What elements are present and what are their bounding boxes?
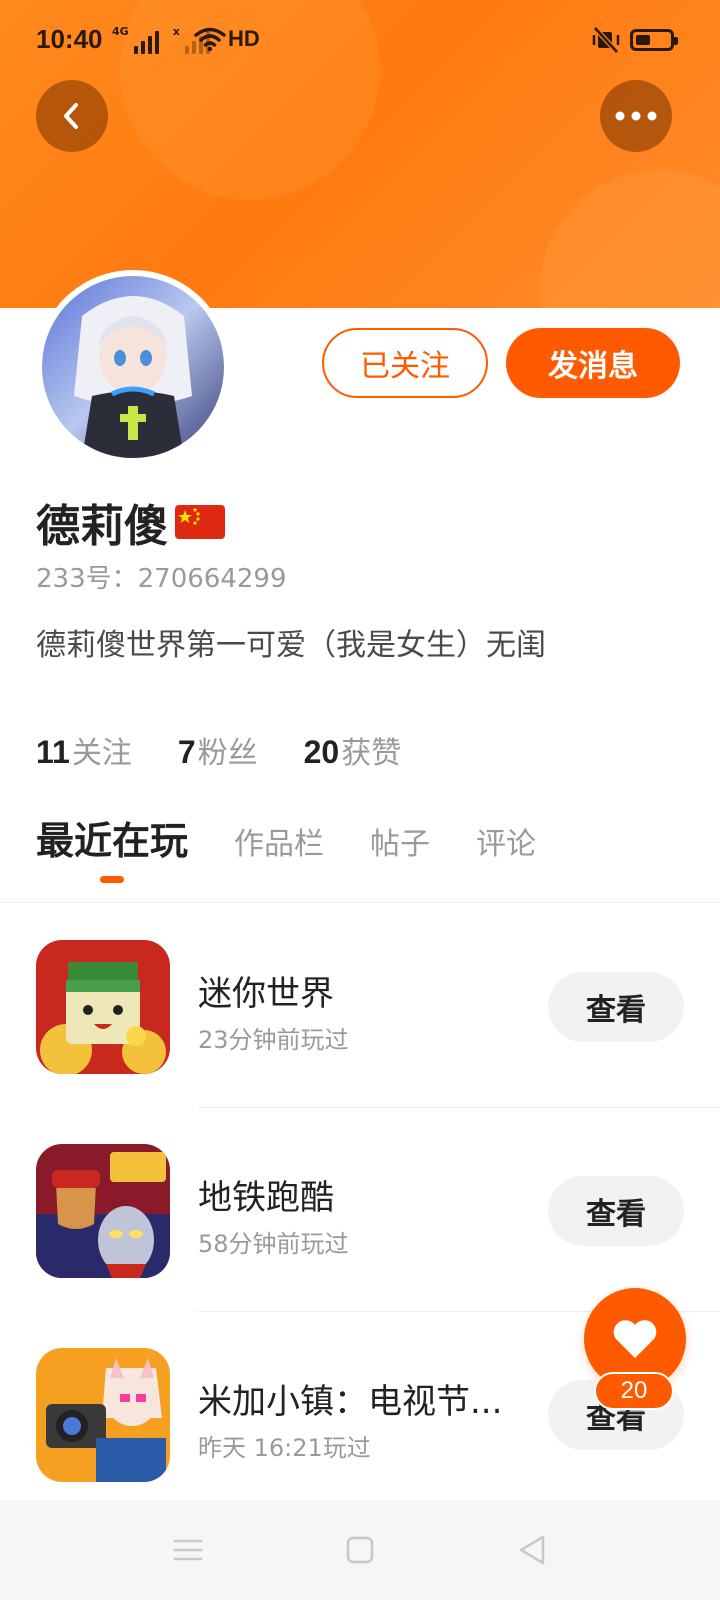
game-title: 地铁跑酷 — [198, 1178, 334, 1218]
profile-stats: 11 关注 7 粉丝 20 获赞 — [36, 728, 401, 772]
battery-tip — [674, 37, 678, 45]
more-options-button[interactable] — [600, 80, 672, 152]
stat-following[interactable]: 11 关注 — [36, 728, 132, 772]
system-navigation-bar — [0, 1500, 720, 1600]
hd-label: HD — [228, 26, 260, 51]
stat-label: 粉丝 — [197, 736, 258, 771]
username-text: 德莉傻 — [36, 501, 168, 552]
battery-icon — [630, 29, 678, 51]
stat-value: 11 — [36, 734, 70, 770]
tab-works[interactable]: 作品栏 — [234, 819, 324, 863]
wifi-icon — [194, 27, 226, 52]
game-title: 迷你世界 — [198, 974, 334, 1014]
chevron-left-icon — [64, 103, 78, 129]
home-square-icon — [346, 1536, 374, 1564]
send-message-button[interactable]: 发消息 — [506, 328, 680, 398]
username: 德莉傻 — [36, 490, 226, 554]
heart-icon — [613, 1320, 657, 1358]
more-dots-icon — [615, 111, 657, 121]
miga-town-game-icon — [36, 1348, 170, 1482]
user-avatar[interactable] — [36, 270, 230, 464]
like-count-badge: 20 — [594, 1372, 674, 1410]
header-decoration — [540, 170, 720, 308]
view-game-button[interactable]: 查看 — [548, 1176, 684, 1246]
tab-posts[interactable]: 帖子 — [370, 819, 430, 863]
game-last-played: 23分钟前玩过 — [198, 1026, 349, 1054]
stat-label: 获赞 — [341, 736, 402, 771]
nav-back-button[interactable] — [512, 1530, 552, 1570]
network2-label: x — [172, 25, 180, 38]
user-bio: 德莉傻世界第一可爱（我是女生）无闺 — [36, 628, 546, 663]
china-flag-icon — [175, 505, 225, 539]
game-list-item[interactable]: 迷你世界 23分钟前玩过 查看 — [0, 904, 720, 1108]
followed-button[interactable]: 已关注 — [322, 328, 488, 398]
game-title: 米加小镇：电视节... — [198, 1382, 503, 1422]
status-bar: 10:40 4G x HD — [0, 0, 720, 80]
battery-fill — [636, 35, 650, 45]
signal-bars-icon — [133, 30, 159, 54]
tab-comments[interactable]: 评论 — [476, 819, 536, 863]
stat-value: 7 — [177, 734, 196, 770]
tabs-divider — [0, 902, 720, 903]
mini-world-game-icon — [36, 940, 170, 1074]
stat-value: 20 — [303, 734, 340, 770]
back-button[interactable] — [36, 80, 108, 152]
view-game-button[interactable]: 查看 — [548, 972, 684, 1042]
profile-tabs: 最近在玩 作品栏 帖子 评论 — [36, 810, 582, 865]
active-tab-indicator — [100, 876, 124, 883]
game-last-played: 昨天 16:21玩过 — [198, 1434, 371, 1462]
game-list-item[interactable]: 地铁跑酷 58分钟前玩过 查看 — [0, 1108, 720, 1312]
nav-menu-button[interactable] — [168, 1530, 208, 1570]
stat-label: 关注 — [71, 736, 132, 771]
stat-fans[interactable]: 7 粉丝 — [178, 728, 258, 772]
stat-likes[interactable]: 20 获赞 — [304, 728, 402, 772]
game-last-played: 58分钟前玩过 — [198, 1230, 349, 1258]
user-id: 233号：270664299 — [36, 564, 287, 594]
nav-home-button[interactable] — [340, 1530, 380, 1570]
avatar-image — [42, 276, 224, 458]
mute-vibrate-icon — [592, 26, 620, 54]
network-type-label: 4G — [112, 25, 129, 38]
subway-surfers-game-icon — [36, 1144, 170, 1278]
tab-recently-played[interactable]: 最近在玩 — [36, 810, 188, 865]
back-triangle-icon — [519, 1535, 545, 1565]
menu-icon — [173, 1539, 203, 1561]
status-time: 10:40 — [36, 24, 103, 54]
